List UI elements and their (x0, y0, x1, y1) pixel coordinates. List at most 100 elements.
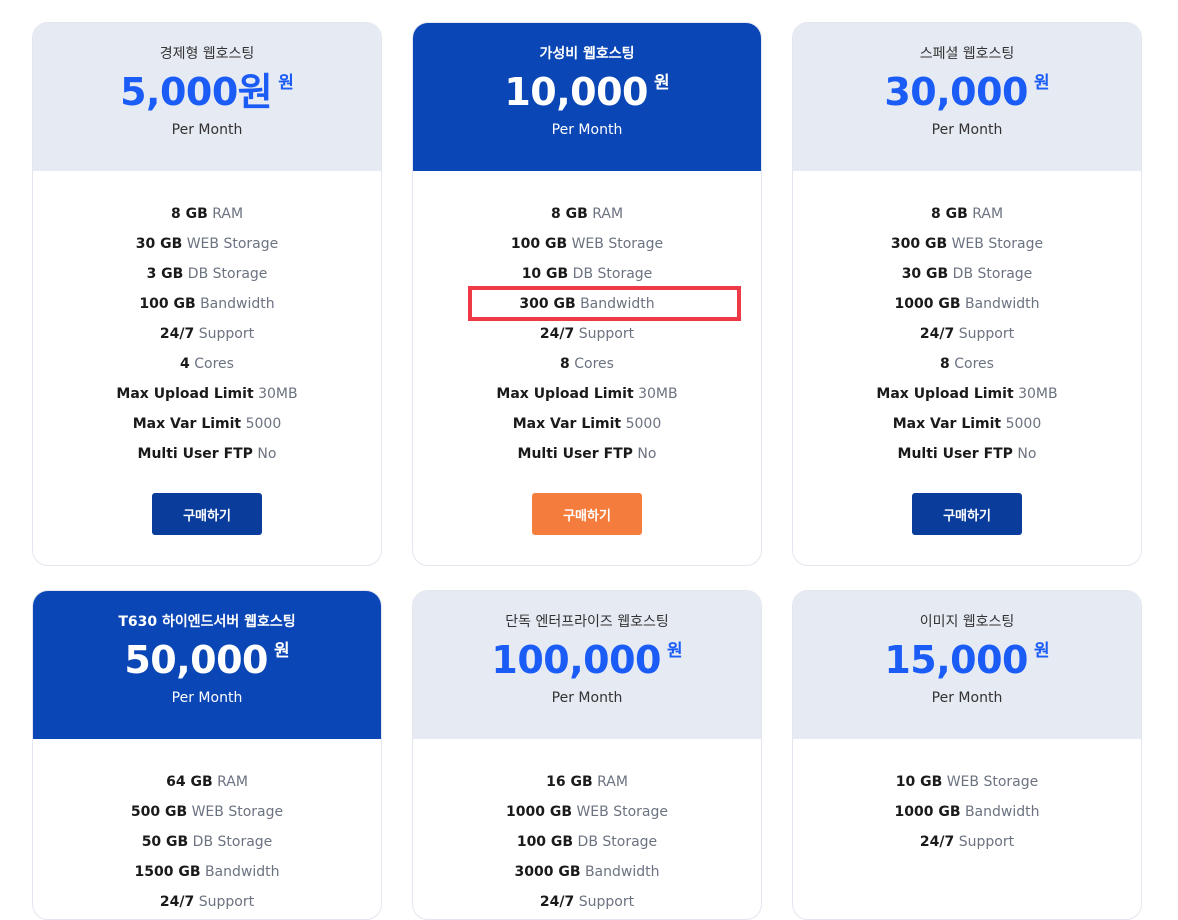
currency-label: 원 (666, 641, 683, 661)
feature-label: Bandwidth (964, 804, 1040, 820)
feature-label: RAM (597, 774, 628, 790)
plan-card-enterprise: 단독 엔터프라이즈 웹호스팅 100,000 원 Per Month 16 GB… (412, 590, 762, 920)
plan-price: 100,000 (491, 638, 661, 682)
feature-item: 24/7 Support (413, 887, 761, 917)
plan-card-value: 가성비 웹호스팅 10,000 원 Per Month 8 GB RAM 100… (412, 22, 762, 566)
feature-item: 100 GB DB Storage (413, 827, 761, 857)
price-line: 30,000 원 (793, 69, 1141, 115)
feature-value: 3 GB (146, 266, 184, 282)
plan-name: 스페셜 웹호스팅 (919, 46, 1015, 62)
buy-button[interactable]: 구매하기 (532, 493, 642, 535)
feature-list: 16 GB RAM 1000 GB WEB Storage 100 GB DB … (413, 739, 761, 917)
feature-label: 5000 (625, 416, 662, 432)
feature-label: Cores (574, 356, 614, 372)
feature-value: 8 (940, 356, 950, 372)
feature-label: DB Storage (572, 266, 653, 282)
plan-price: 15,000 (884, 638, 1028, 682)
feature-label: WEB Storage (951, 236, 1044, 252)
feature-label: 30MB (258, 386, 298, 402)
feature-list: 10 GB WEB Storage 1000 GB Bandwidth 24/7… (793, 739, 1141, 857)
currency-label: 원 (274, 641, 290, 661)
plan-card-t630: T630 하이엔드서버 웹호스팅 50,000 원 Per Month 64 G… (32, 590, 382, 920)
feature-label: Support (578, 326, 635, 342)
buy-button[interactable]: 구매하기 (152, 493, 262, 535)
feature-value: 3000 GB (514, 864, 581, 880)
feature-list: 64 GB RAM 500 GB WEB Storage 50 GB DB St… (33, 739, 381, 917)
feature-item: 24/7 Support (413, 319, 761, 349)
feature-value: 8 GB (930, 206, 968, 222)
feature-label: Cores (954, 356, 994, 372)
feature-value: 100 GB (510, 236, 568, 252)
feature-value: Max Var Limit (132, 416, 242, 432)
plan-card-special: 스페셜 웹호스팅 30,000 원 Per Month 8 GB RAM 300… (792, 22, 1142, 566)
feature-item: 8 GB RAM (793, 199, 1141, 229)
feature-label: No (637, 446, 657, 462)
currency-label: 원 (278, 73, 294, 93)
feature-item: Multi User FTP No (413, 439, 761, 469)
feature-value: Max Upload Limit (116, 386, 254, 402)
feature-list: 8 GB RAM 100 GB WEB Storage 10 GB DB Sto… (413, 171, 761, 469)
feature-value: 24/7 (919, 834, 955, 850)
feature-item: Multi User FTP No (33, 439, 381, 469)
feature-value: 4 (180, 356, 190, 372)
feature-value: 100 GB (516, 834, 574, 850)
feature-item: Multi User FTP No (793, 439, 1141, 469)
feature-label: Bandwidth (964, 296, 1040, 312)
billing-period: Per Month (171, 122, 243, 138)
feature-value: Max Var Limit (892, 416, 1002, 432)
feature-item: 10 GB DB Storage (413, 259, 761, 289)
plan-header: 가성비 웹호스팅 10,000 원 Per Month (413, 23, 761, 171)
price-line: 50,000 원 (33, 637, 381, 683)
feature-label: Support (958, 326, 1015, 342)
billing-period: Per Month (931, 690, 1003, 706)
feature-label: DB Storage (187, 266, 268, 282)
feature-label: WEB Storage (946, 774, 1039, 790)
feature-item: 3 GB DB Storage (33, 259, 381, 289)
feature-label: Bandwidth (204, 864, 280, 880)
feature-label: Support (198, 326, 255, 342)
currency-label: 원 (1034, 641, 1050, 661)
feature-value: Multi User FTP (137, 446, 253, 462)
feature-value: 1000 GB (894, 296, 961, 312)
feature-label: Bandwidth (200, 296, 275, 312)
feature-item: 16 GB RAM (413, 767, 761, 797)
feature-label: RAM (217, 774, 248, 790)
feature-item: 1000 GB WEB Storage (413, 797, 761, 827)
billing-period: Per Month (551, 122, 623, 138)
feature-label: No (1017, 446, 1037, 462)
feature-list: 8 GB RAM 30 GB WEB Storage 3 GB DB Stora… (33, 171, 381, 469)
plan-header: 단독 엔터프라이즈 웹호스팅 100,000 원 Per Month (413, 591, 761, 739)
feature-item: 24/7 Support (793, 827, 1141, 857)
feature-label: No (257, 446, 277, 462)
feature-label: RAM (972, 206, 1004, 222)
plan-name: 가성비 웹호스팅 (539, 46, 635, 62)
feature-item: 300 GB WEB Storage (793, 229, 1141, 259)
plan-price: 30,000 (884, 70, 1028, 114)
feature-item: Max Var Limit 5000 (413, 409, 761, 439)
plan-header: T630 하이엔드서버 웹호스팅 50,000 원 Per Month (33, 591, 381, 739)
feature-label: DB Storage (192, 834, 273, 850)
feature-label: Cores (194, 356, 234, 372)
plan-name: 경제형 웹호스팅 (159, 46, 255, 62)
feature-item: 3000 GB Bandwidth (413, 857, 761, 887)
feature-label: RAM (592, 206, 624, 222)
billing-period: Per Month (551, 690, 623, 706)
feature-item: 24/7 Support (33, 319, 381, 349)
feature-value: Max Upload Limit (876, 386, 1014, 402)
feature-label: 5000 (1005, 416, 1042, 432)
feature-item: Max Var Limit 5000 (793, 409, 1141, 439)
feature-label: WEB Storage (571, 236, 664, 252)
feature-item: 500 GB WEB Storage (33, 797, 381, 827)
plan-header: 스페셜 웹호스팅 30,000 원 Per Month (793, 23, 1141, 171)
feature-value: 16 GB (546, 774, 593, 790)
feature-item: 64 GB RAM (33, 767, 381, 797)
feature-label: Bandwidth (584, 864, 660, 880)
feature-item: 30 GB DB Storage (793, 259, 1141, 289)
buy-button[interactable]: 구매하기 (912, 493, 1022, 535)
feature-value: 500 GB (130, 804, 188, 820)
feature-value: 30 GB (135, 236, 183, 252)
feature-item: 100 GB WEB Storage (413, 229, 761, 259)
plan-card-image: 이미지 웹호스팅 15,000 원 Per Month 10 GB WEB St… (792, 590, 1142, 920)
price-line: 5,000원 원 (33, 69, 381, 115)
feature-item: 1000 GB Bandwidth (793, 797, 1141, 827)
